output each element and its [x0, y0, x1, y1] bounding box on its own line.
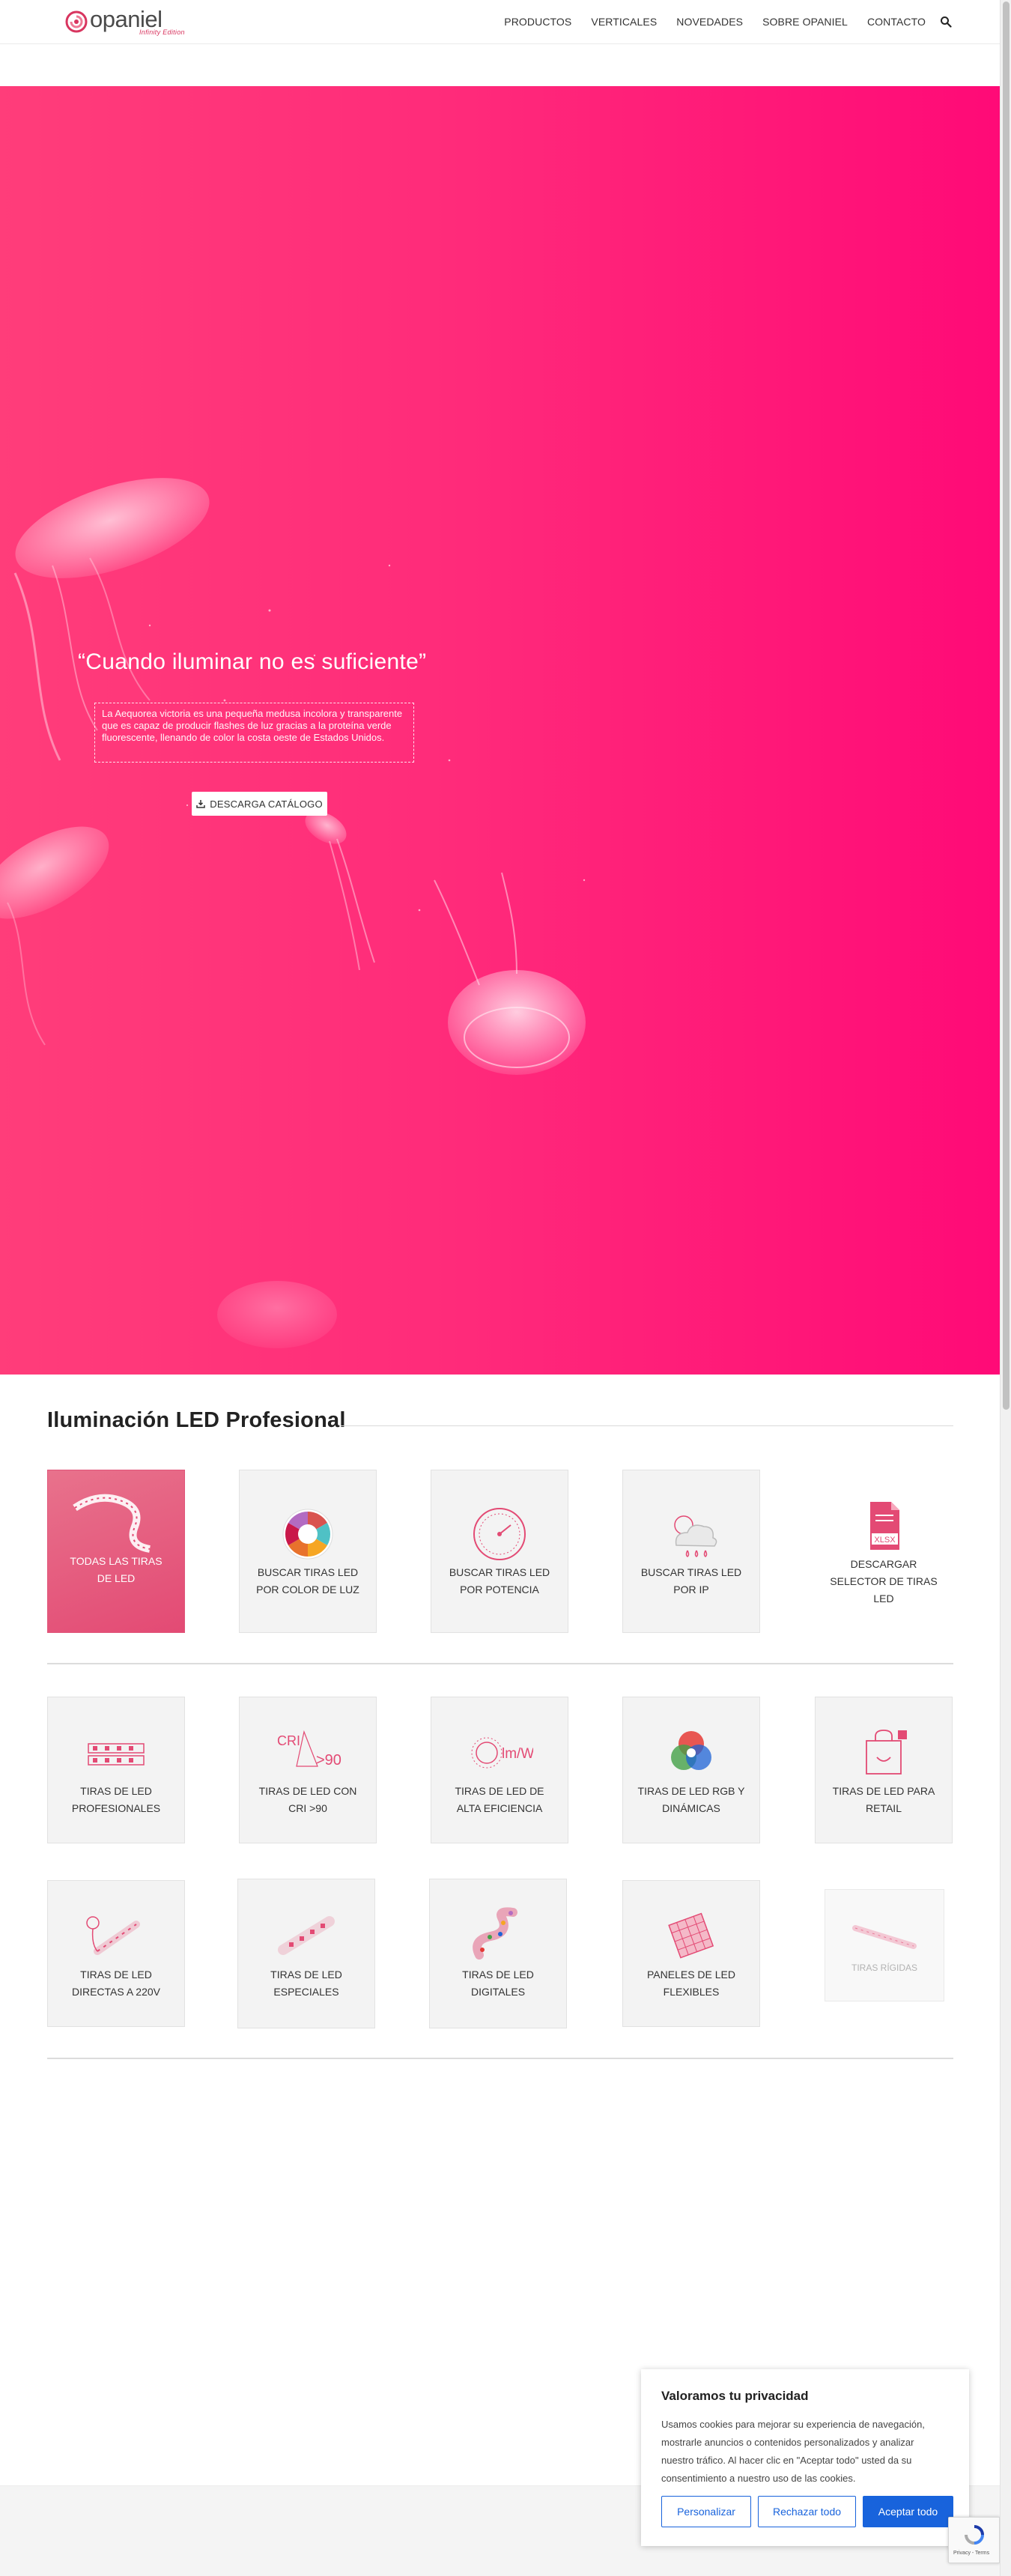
card-tiras-profesionales[interactable]: TIRAS DE LED PROFESIONALES [47, 1697, 185, 1843]
hero-title: “Cuando iluminar no es suficiente” [78, 649, 427, 674]
card-directas-220v[interactable]: TIRAS DE LED DIRECTAS A 220V [47, 1880, 185, 2027]
card-label: TIRAS DE LED PROFESIONALES [71, 1785, 161, 1814]
card-label: TIRAS DE LED DE ALTA EFICIENCIA [455, 1785, 544, 1814]
shopping-bag-icon [866, 1730, 907, 1775]
rgb-icon [671, 1731, 711, 1770]
card-potencia[interactable]: BUSCAR TIRAS LED POR POTENCIA [431, 1470, 568, 1633]
card-digitales[interactable]: TIRAS DE LED DIGITALES [429, 1879, 567, 2028]
hero-description-box: La Aequorea victoria es una pequeña medu… [94, 703, 414, 763]
card-label: TIRAS DE LED RGB Y DINÁMICAS [637, 1785, 745, 1814]
logo-tagline: Infinity Edition [139, 28, 185, 36]
card-label: TIRAS DE LED ESPECIALES [270, 1969, 342, 1998]
card-label: TODAS LAS TIRAS DE LED [70, 1555, 163, 1584]
site-header: opaniel Infinity Edition PRODUCTOS VERTI… [0, 0, 1000, 44]
rigid-bar-icon [852, 1924, 917, 1949]
card-label: BUSCAR TIRAS LED POR COLOR DE LUZ [256, 1566, 359, 1595]
cookie-text: Usamos cookies para mejorar su experienc… [661, 2419, 925, 2484]
card-rgb-dinamicas[interactable]: TIRAS DE LED RGB Y DINÁMICAS [622, 1697, 760, 1843]
power-gauge-icon [473, 1508, 526, 1560]
logo-wordmark: opaniel [90, 6, 163, 32]
svg-text:>90: >90 [316, 1752, 341, 1769]
card-label: TIRAS DE LED CON CRI >90 [258, 1785, 357, 1814]
led-panel-icon [668, 1912, 714, 1959]
xlsx-badge: XLSX [874, 1536, 896, 1545]
section-title-rule [341, 1425, 953, 1426]
digital-strip-icon [473, 1907, 517, 1960]
nav-item-novedades[interactable]: NOVEDADES [667, 16, 753, 28]
card-label: BUSCAR TIRAS LED POR POTENCIA [449, 1566, 550, 1595]
card-label: TIRAS DE LED PARA RETAIL [832, 1785, 935, 1814]
card-especiales[interactable]: TIRAS DE LED ESPECIALES [237, 1879, 375, 2028]
nav-item-contacto[interactable]: CONTACTO [857, 16, 935, 28]
card-label: BUSCAR TIRAS LED POR IP [640, 1566, 742, 1595]
download-catalog-button[interactable]: DESCARGA CATÁLOGO [192, 792, 327, 816]
cookie-title: Valoramos tu privacidad [661, 2389, 809, 2403]
weather-icon [674, 1515, 717, 1557]
cri-icon: CRI >90 [277, 1730, 341, 1769]
page-scrollbar[interactable] [1000, 0, 1011, 2576]
card-label: TIRAS DE LED DIGITALES [462, 1969, 534, 1998]
hero-description: La Aequorea victoria es una pequeña medu… [102, 708, 403, 743]
section-title: Iluminación LED Profesional [47, 1408, 346, 1432]
cards-bottom-divider [47, 2058, 953, 2059]
led-strip-icon [88, 1743, 145, 1766]
card-label: TIRAS DE LED DIRECTAS A 220V [71, 1969, 160, 1998]
download-catalog-label: DESCARGA CATÁLOGO [210, 798, 323, 810]
scrollbar-thumb[interactable] [1003, 1, 1010, 1410]
card-ip[interactable]: BUSCAR TIRAS LED POR IP [622, 1470, 760, 1633]
svg-text:CRI: CRI [277, 1733, 300, 1748]
plug-strip-icon [86, 1916, 140, 1955]
card-label: PANELES DE LED FLEXIBLES [646, 1969, 735, 1998]
color-wheel-icon [282, 1509, 333, 1560]
nav-item-verticales[interactable]: VERTICALES [581, 16, 667, 28]
search-icon[interactable] [940, 16, 952, 28]
led-strip-roll-icon [73, 1494, 151, 1553]
card-tiras-cri[interactable]: CRI >90 TIRAS DE LED CON CRI >90 [239, 1697, 377, 1843]
card-tiras-rigidas[interactable]: TIRAS RÍGIDAS [825, 1889, 944, 2001]
card-descargar-selector[interactable]: XLSX DESCARGAR SELECTOR DE TIRAS LED [815, 1470, 953, 1633]
cookie-customize-button[interactable]: Personalizar [661, 2496, 751, 2527]
cookie-actions: Personalizar Rechazar todo Aceptar todo [661, 2496, 953, 2527]
card-todas-las-tiras[interactable]: TODAS LAS TIRAS DE LED [47, 1470, 185, 1633]
logo-spiral-icon [65, 10, 88, 33]
nav-item-sobre-opaniel[interactable]: SOBRE OPANIEL [753, 16, 857, 28]
card-retail[interactable]: TIRAS DE LED PARA RETAIL [815, 1697, 953, 1843]
recaptcha-icon [965, 2525, 984, 2545]
cookie-reject-button[interactable]: Rechazar todo [758, 2496, 856, 2527]
download-icon [196, 800, 205, 808]
recaptcha-badge[interactable]: Privacy - Terms [948, 2517, 1000, 2563]
card-color-de-luz[interactable]: BUSCAR TIRAS LED POR COLOR DE LUZ [239, 1470, 377, 1633]
site-logo[interactable]: opaniel Infinity Edition [64, 7, 185, 36]
card-alta-eficiencia[interactable]: lm/W TIRAS DE LED DE ALTA EFICIENCIA [431, 1697, 568, 1843]
svg-text:lm/W: lm/W [502, 1746, 533, 1762]
cookie-accept-button[interactable]: Aceptar todo [863, 2496, 953, 2527]
hero-banner: “Cuando iluminar no es suficiente” La Ae… [0, 86, 1000, 1375]
cards-divider [47, 1663, 953, 1664]
special-strip-icon [278, 1916, 335, 1955]
nav-item-productos[interactable]: PRODUCTOS [494, 16, 581, 28]
card-paneles-flexibles[interactable]: PANELES DE LED FLEXIBLES [622, 1880, 760, 2027]
xlsx-file-icon: XLSX [870, 1501, 899, 1550]
card-label: TIRAS RÍGIDAS [851, 1962, 917, 1973]
efficiency-icon: lm/W [471, 1737, 533, 1769]
main-nav: PRODUCTOS VERTICALES NOVEDADES SOBRE OPA… [494, 16, 952, 28]
recaptcha-text: Privacy - Terms [953, 2551, 990, 2556]
card-label: DESCARGAR SELECTOR DE TIRAS LED [830, 1557, 938, 1604]
cookie-consent-banner: Valoramos tu privacidad Usamos cookies p… [641, 2369, 969, 2546]
